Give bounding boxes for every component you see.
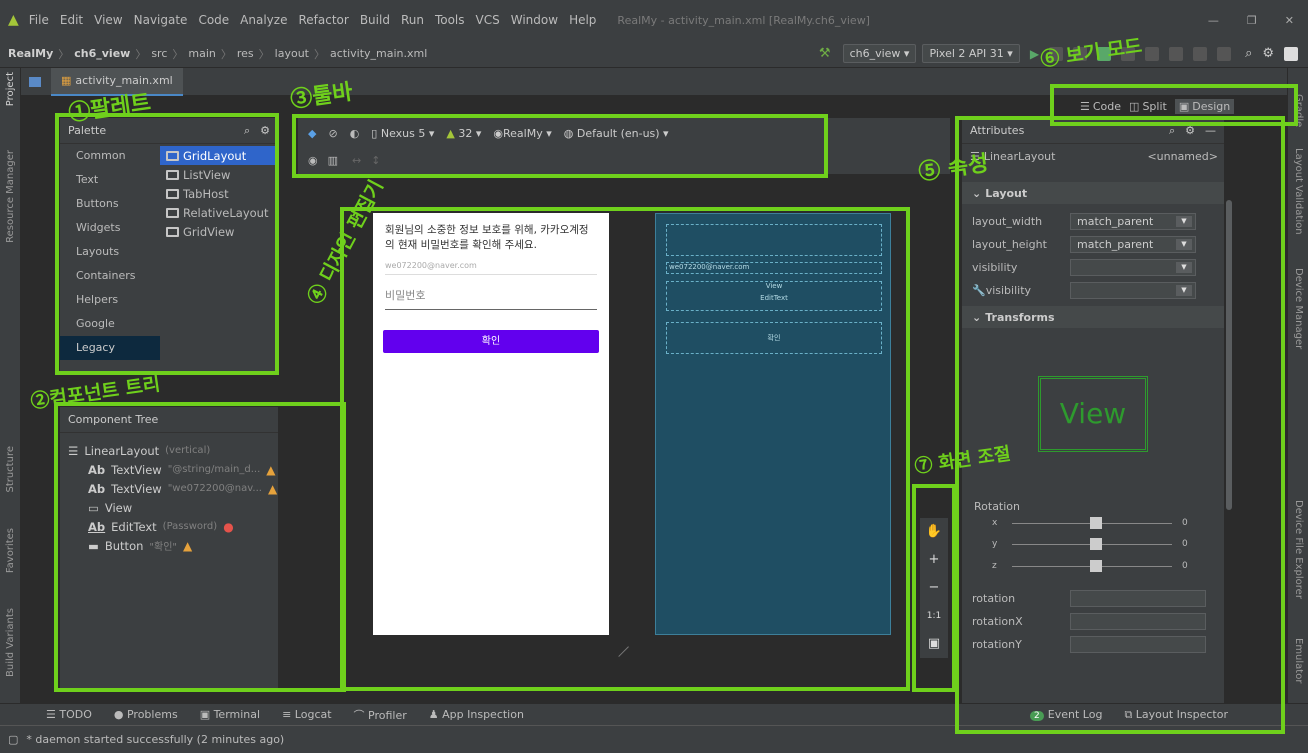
menu-vcs[interactable]: VCS	[476, 13, 500, 27]
menu-run[interactable]: Run	[401, 13, 424, 27]
annotation-box-zoom	[912, 484, 956, 692]
menu-window[interactable]: Window	[511, 13, 558, 27]
search-icon[interactable]: ⌕	[1245, 46, 1252, 61]
profiler-tool-button[interactable]: ⌒ Profiler	[354, 707, 407, 723]
status-toggle-icon[interactable]: ▢	[8, 733, 18, 746]
project-tool-button[interactable]: Project	[5, 72, 16, 106]
maximize-icon[interactable]: ❐	[1247, 14, 1257, 27]
resource-manager-tool-button[interactable]: Resource Manager	[5, 150, 16, 243]
close-icon[interactable]: ✕	[1285, 14, 1294, 27]
account-icon[interactable]	[1284, 46, 1298, 61]
layout-validation-tool-button[interactable]: Layout Validation	[1293, 148, 1304, 235]
menu-tools[interactable]: Tools	[435, 13, 465, 27]
project-view-icon[interactable]	[29, 76, 41, 87]
window-title: RealMy - activity_main.xml [RealMy.ch6_v…	[617, 13, 870, 27]
menu-navigate[interactable]: Navigate	[134, 13, 188, 27]
logcat-tool-button[interactable]: ≡ Logcat	[282, 708, 331, 721]
breadcrumb-src[interactable]: src	[151, 47, 167, 60]
menu-file[interactable]: File	[29, 13, 49, 27]
annotation-box-toolbar	[292, 114, 828, 178]
breadcrumb-res[interactable]: res	[237, 47, 254, 60]
menu-edit[interactable]: Edit	[60, 13, 83, 27]
android-studio-logo-icon: ▲	[8, 12, 19, 28]
todo-tool-button[interactable]: ☰ TODO	[46, 708, 92, 721]
device-file-explorer-tool-button[interactable]: Device File Explorer	[1293, 500, 1304, 599]
minimize-icon[interactable]: —	[1208, 14, 1219, 27]
menu-code[interactable]: Code	[198, 13, 229, 27]
breadcrumb-file[interactable]: activity_main.xml	[330, 47, 427, 60]
device-dropdown[interactable]: Pixel 2 API 31 ▾	[922, 44, 1020, 63]
annotation-box-attributes	[955, 116, 1285, 734]
left-tool-stripe: Project Resource Manager Structure Favor…	[0, 68, 21, 723]
menu-analyze[interactable]: Analyze	[240, 13, 287, 27]
run-config-dropdown[interactable]: ch6_view ▾	[842, 44, 917, 63]
breadcrumb-module[interactable]: ch6_view	[74, 47, 130, 60]
menu-refactor[interactable]: Refactor	[298, 13, 348, 27]
annotation-box-palette	[55, 113, 279, 375]
favorites-tool-button[interactable]: Favorites	[5, 528, 16, 573]
breadcrumb-main[interactable]: main	[188, 47, 215, 60]
structure-tool-button[interactable]: Structure	[5, 446, 16, 493]
menu-build[interactable]: Build	[360, 13, 390, 27]
app-inspection-tool-button[interactable]: ♟ App Inspection	[429, 708, 524, 721]
run-icon[interactable]: ▶	[1030, 47, 1039, 61]
status-message: * daemon started successfully (2 minutes…	[26, 733, 285, 746]
sync-gradle-icon[interactable]	[1169, 46, 1184, 61]
sdk-manager-icon[interactable]	[1193, 46, 1208, 61]
annotation-box-view-modes	[1050, 84, 1298, 126]
breadcrumb-project[interactable]: RealMy	[8, 47, 53, 60]
emulator-tool-button[interactable]: Emulator	[1293, 638, 1304, 683]
annotation-box-component-tree	[54, 402, 346, 692]
settings-gear-icon[interactable]: ⚙	[1262, 46, 1274, 61]
annotation-box-design-editor	[340, 207, 910, 691]
avd-manager-icon[interactable]	[1217, 46, 1232, 61]
right-tool-stripe: Gradle Layout Validation Device Manager …	[1287, 68, 1308, 723]
device-manager-tool-button[interactable]: Device Manager	[1293, 268, 1304, 349]
problems-tool-button[interactable]: ● Problems	[114, 708, 178, 721]
terminal-tool-button[interactable]: ▣ Terminal	[200, 708, 260, 721]
profiler-icon[interactable]	[1145, 46, 1160, 61]
layout-file-icon: ▦	[61, 74, 72, 87]
breadcrumb-layout[interactable]: layout	[275, 47, 309, 60]
build-variants-tool-button[interactable]: Build Variants	[5, 608, 16, 677]
menu-help[interactable]: Help	[569, 13, 596, 27]
menu-view[interactable]: View	[94, 13, 122, 27]
build-hammer-icon[interactable]: ⚒	[819, 46, 831, 61]
